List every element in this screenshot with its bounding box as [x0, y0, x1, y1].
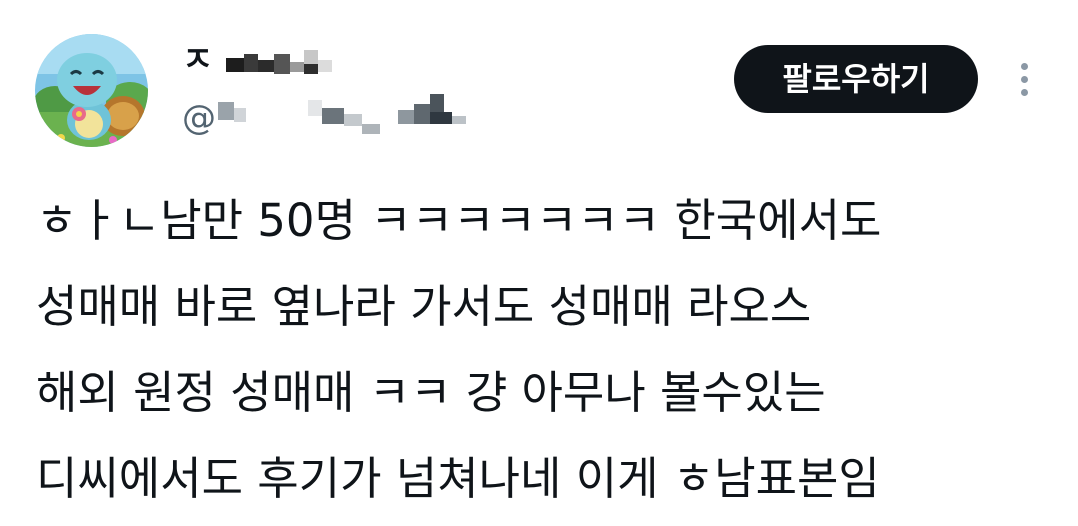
- tweet-header: ㅈ @ 팔로우하기: [0, 0, 1078, 160]
- author-info[interactable]: ㅈ @: [182, 40, 502, 140]
- more-vertical-icon[interactable]: [1005, 56, 1045, 104]
- follow-button[interactable]: 팔로우하기: [734, 45, 978, 113]
- tweet-text-line: ㅎㅏㄴ남만 50명 ㅋㅋㅋㅋㅋㅋㅋ 한국에서도: [36, 194, 882, 247]
- tweet-text: ㅎㅏㄴ남만 50명 ㅋㅋㅋㅋㅋㅋㅋ 한국에서도 성매매 바로 옆나라 가서도 성…: [36, 178, 1056, 522]
- handle-censor-pixelation: [218, 94, 466, 134]
- tweet-text-line: 디씨에서도 후기가 넘쳐나네 이게 ㅎ남표본임: [36, 452, 880, 505]
- avatar-image: [35, 34, 148, 147]
- tweet-text-line: 해외 원정 성매매 ㅋㅋ 걍 아무나 볼수있는: [36, 366, 826, 419]
- handle: @: [182, 98, 216, 138]
- more-dot: [1021, 76, 1028, 83]
- display-name-censor-pixelation: [226, 50, 332, 74]
- more-dot: [1021, 63, 1028, 70]
- tweet-text-line: 성매매 바로 옆나라 가서도 성매매 라오스: [36, 280, 812, 333]
- avatar[interactable]: [35, 34, 148, 147]
- more-dot: [1021, 89, 1028, 96]
- display-name[interactable]: ㅈ: [182, 40, 213, 80]
